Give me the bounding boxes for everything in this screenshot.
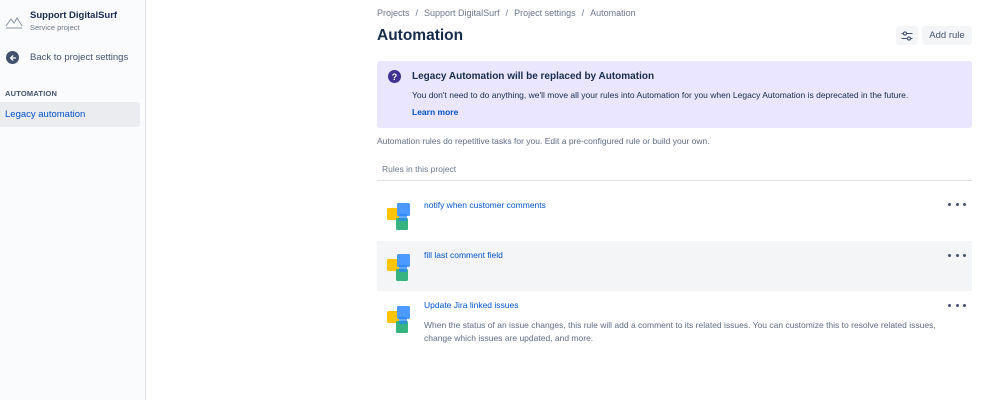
rules-list-heading: Rules in this project xyxy=(382,164,457,174)
back-link-label: Back to project settings xyxy=(30,52,129,63)
rule-name-link[interactable]: notify when customer comments xyxy=(424,200,546,210)
add-rule-button[interactable]: Add rule xyxy=(922,26,972,45)
banner-body: You don't need to do anything, we'll mov… xyxy=(412,90,909,100)
breadcrumb-project-settings[interactable]: Project settings xyxy=(514,8,576,18)
breadcrumb: Projects / Support DigitalSurf / Project set… xyxy=(377,8,636,18)
page-title: Automation xyxy=(377,27,464,44)
more-actions-button[interactable] xyxy=(948,250,966,260)
sliders-icon xyxy=(901,30,913,41)
more-actions-button[interactable] xyxy=(948,199,966,209)
intro-text: Automation rules do repetitive tasks for… xyxy=(377,136,710,146)
arrow-left-icon xyxy=(6,51,19,64)
project-name: Support DigitalSurf xyxy=(30,10,118,21)
breadcrumb-project[interactable]: Support DigitalSurf xyxy=(424,8,500,18)
project-header[interactable]: Support DigitalSurf Service project xyxy=(5,10,117,33)
breadcrumb-automation[interactable]: Automation xyxy=(590,8,636,18)
sidebar-section-heading: AUTOMATION xyxy=(5,89,58,98)
learn-more-link[interactable]: Learn more xyxy=(412,107,458,117)
rule-row[interactable]: fill last comment field xyxy=(377,241,972,291)
back-to-project-settings-link[interactable]: Back to project settings xyxy=(6,51,128,64)
sidebar-item-label: Legacy automation xyxy=(5,109,86,120)
rule-row[interactable]: Update Jira linked issues When the statu… xyxy=(377,292,972,352)
rule-row[interactable]: notify when customer comments xyxy=(377,190,972,240)
sidebar-item-legacy-automation[interactable]: Legacy automation xyxy=(0,102,140,127)
project-type: Service project xyxy=(30,23,80,32)
banner-title: Legacy Automation will be replaced by Au… xyxy=(412,71,655,82)
breadcrumb-separator: / xyxy=(415,8,419,18)
filter-button[interactable] xyxy=(896,26,918,45)
rule-name-link[interactable]: Update Jira linked issues xyxy=(424,300,519,310)
breadcrumb-separator: / xyxy=(581,8,585,18)
question-circle-icon: ? xyxy=(388,70,401,83)
divider xyxy=(377,180,972,181)
info-banner: ? Legacy Automation will be replaced by … xyxy=(377,61,972,128)
rule-description: When the status of an issue changes, thi… xyxy=(424,320,936,343)
cubes-icon xyxy=(387,306,410,333)
more-actions-button[interactable] xyxy=(948,300,966,310)
rule-name-link[interactable]: fill last comment field xyxy=(424,250,503,260)
cubes-icon xyxy=(387,254,410,281)
sidebar: Support DigitalSurf Service project Back… xyxy=(0,0,146,400)
project-avatar-icon xyxy=(5,17,23,29)
cubes-icon xyxy=(387,203,410,230)
breadcrumb-separator: / xyxy=(505,8,509,18)
breadcrumb-projects[interactable]: Projects xyxy=(377,8,410,18)
